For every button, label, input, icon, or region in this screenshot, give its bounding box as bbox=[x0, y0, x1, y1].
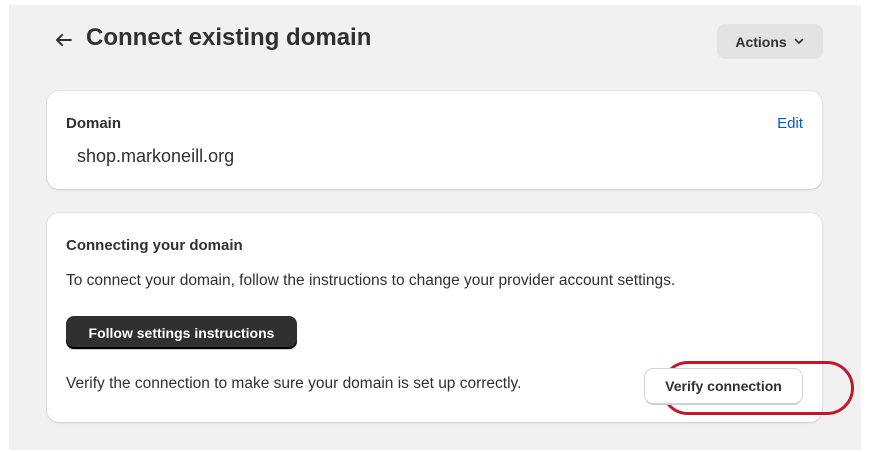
instructions-text: To connect your domain, follow the instr… bbox=[66, 272, 676, 289]
page-title: Connect existing domain bbox=[86, 24, 372, 51]
domain-label: Domain bbox=[66, 115, 122, 132]
chevron-down-icon bbox=[793, 34, 805, 50]
arrow-left-icon[interactable] bbox=[51, 27, 77, 53]
actions-label: Actions bbox=[735, 33, 787, 50]
actions-button[interactable]: Actions bbox=[717, 24, 823, 59]
verify-connection-button[interactable]: Verify connection bbox=[645, 369, 802, 403]
connect-domain-card: Connecting your domain To connect your d… bbox=[47, 213, 854, 422]
follow-settings-instructions-button[interactable]: Follow settings instructions bbox=[66, 316, 297, 349]
verify-description: Verify the connection to make sure your … bbox=[66, 375, 522, 392]
page-header: Connect existing domain Actions bbox=[9, 5, 861, 83]
edit-link[interactable]: Edit bbox=[777, 115, 803, 132]
domain-card: Domain Edit shop.markoneill.org bbox=[47, 91, 822, 189]
page: Connect existing domain Actions Domain E… bbox=[9, 5, 861, 450]
domain-value: shop.markoneill.org bbox=[77, 146, 235, 166]
connecting-heading: Connecting your domain bbox=[66, 237, 243, 254]
